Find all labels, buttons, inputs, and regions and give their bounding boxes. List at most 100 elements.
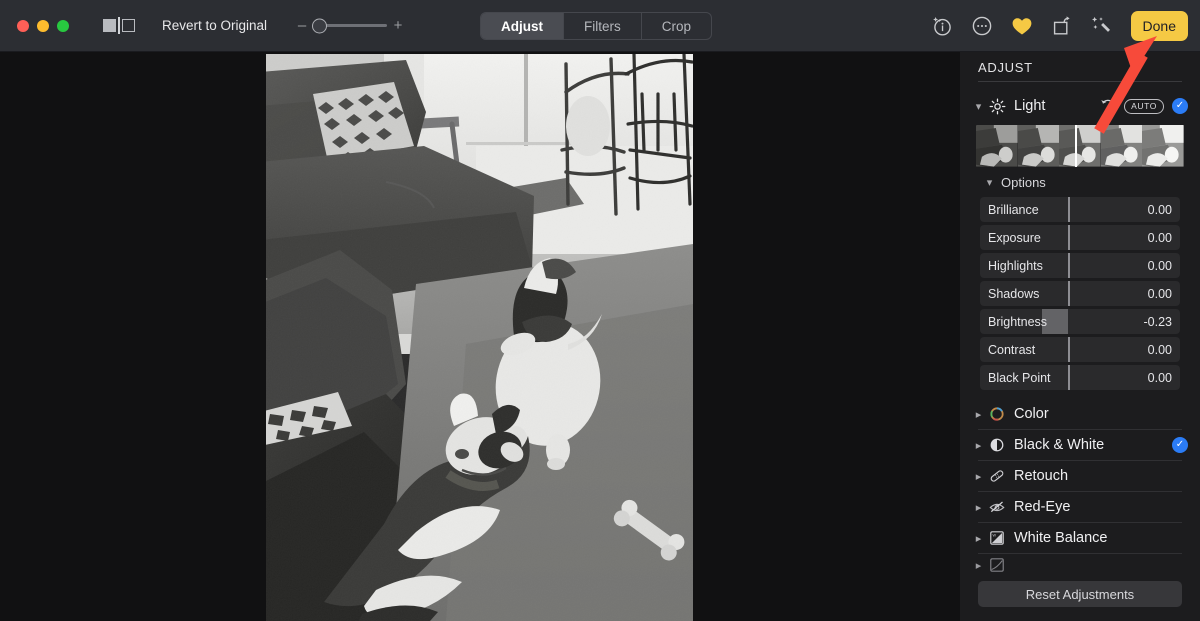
close-window-button[interactable] [17, 19, 29, 32]
eye-slash-icon [987, 498, 1007, 516]
light-sliders: Brilliance 0.00 Exposure 0.00 Highlights… [980, 197, 1180, 390]
slider-exposure-value: 0.00 [1147, 230, 1172, 245]
section-light-header[interactable]: ▾ Light AUTO ✓ [960, 89, 1200, 123]
section-black-and-white-enabled-check[interactable]: ✓ [1172, 437, 1188, 453]
half-circle-icon [987, 436, 1007, 454]
zoom-in-icon[interactable]: + [392, 18, 404, 33]
zoom-slider-track[interactable] [312, 18, 388, 33]
slider-highlights[interactable]: Highlights 0.00 [980, 253, 1180, 278]
title-divider [978, 81, 1182, 82]
slider-brightness-value: -0.23 [1143, 314, 1173, 329]
white-balance-icon: W [987, 529, 1007, 547]
chevron-right-icon[interactable]: ▸ [972, 501, 985, 514]
section-light-label: Light [1014, 98, 1046, 114]
before-after-compare-icon[interactable] [99, 13, 139, 39]
tab-crop[interactable]: Crop [642, 13, 711, 39]
light-options-toggle[interactable]: ▾ Options [960, 169, 1200, 195]
curves-icon [987, 556, 1007, 574]
section-white-balance[interactable]: ▸ W White Balance [960, 523, 1200, 553]
info-icon[interactable] [929, 13, 955, 39]
chevron-right-icon[interactable]: ▸ [972, 559, 985, 572]
section-black-and-white-label: Black & White [1014, 437, 1105, 453]
filmstrip-cursor[interactable] [1074, 125, 1078, 167]
brightness-sun-icon [987, 97, 1007, 115]
section-red-eye-label: Red-Eye [1014, 499, 1071, 515]
filmstrip-frame[interactable] [1142, 125, 1184, 167]
done-button[interactable]: Done [1130, 11, 1188, 41]
chevron-down-icon[interactable]: ▾ [983, 176, 996, 189]
zoom-slider-knob[interactable] [312, 18, 328, 33]
auto-badge[interactable]: AUTO [1124, 98, 1164, 114]
slider-brightness-label: Brightness [988, 314, 1048, 329]
slider-contrast[interactable]: Contrast 0.00 [980, 337, 1180, 362]
slider-exposure[interactable]: Exposure 0.00 [980, 225, 1180, 250]
filmstrip-frame[interactable] [1017, 125, 1060, 167]
zoom-out-icon[interactable]: – [296, 18, 308, 33]
adjust-sections: ▸ Color ▸ Black & White ✓ ▸ Retouch ▸ Re… [960, 399, 1200, 576]
window-controls [17, 19, 69, 32]
favorite-heart-icon[interactable] [1009, 13, 1035, 39]
section-retouch[interactable]: ▸ Retouch [960, 461, 1200, 491]
edit-mode-segmented-control[interactable]: Adjust Filters Crop [480, 12, 713, 40]
revert-to-original-label: Revert to Original [162, 18, 268, 33]
slider-contrast-value: 0.00 [1147, 342, 1172, 357]
filmstrip-frame[interactable] [976, 125, 1018, 167]
section-clipped-partial[interactable]: ▸ [960, 554, 1200, 576]
tab-adjust[interactable]: Adjust [481, 13, 564, 39]
slider-black-point[interactable]: Black Point 0.00 [980, 365, 1180, 390]
svg-text:W: W [993, 533, 997, 537]
tab-adjust-label: Adjust [501, 18, 543, 34]
slider-shadows-label: Shadows [988, 286, 1040, 301]
section-black-and-white[interactable]: ▸ Black & White ✓ [960, 430, 1200, 460]
slider-shadows[interactable]: Shadows 0.00 [980, 281, 1180, 306]
adjust-sidebar: ADJUST ▾ Light AUTO ✓ ▾ Options Brillian… [960, 52, 1200, 621]
bandage-icon [987, 467, 1007, 485]
chevron-right-icon[interactable]: ▸ [972, 439, 985, 452]
compare-filled-square [103, 19, 116, 32]
section-color-label: Color [1014, 406, 1049, 422]
more-options-icon[interactable] [969, 13, 995, 39]
reset-adjustments-button[interactable]: Reset Adjustments [978, 581, 1182, 607]
section-red-eye[interactable]: ▸ Red-Eye [960, 492, 1200, 522]
section-white-balance-label: White Balance [1014, 530, 1108, 546]
slider-highlights-label: Highlights [988, 258, 1043, 273]
light-variations-filmstrip[interactable] [976, 125, 1184, 167]
slider-exposure-label: Exposure [988, 230, 1041, 245]
tab-filters-label: Filters [584, 18, 621, 34]
tab-crop-label: Crop [661, 18, 692, 34]
color-wheel-icon [987, 405, 1007, 423]
slider-brightness[interactable]: Brightness -0.23 [980, 309, 1180, 334]
title-bar: Revert to Original – + Adjust Filters Cr… [0, 0, 1200, 52]
tab-filters[interactable]: Filters [564, 13, 642, 39]
revert-arrow-icon[interactable] [1100, 97, 1115, 115]
chevron-right-icon[interactable]: ▸ [972, 470, 985, 483]
chevron-down-icon[interactable]: ▾ [972, 100, 985, 113]
section-retouch-label: Retouch [1014, 468, 1069, 484]
slider-brilliance[interactable]: Brilliance 0.00 [980, 197, 1180, 222]
slider-brilliance-label: Brilliance [988, 202, 1039, 217]
done-button-label: Done [1142, 18, 1176, 34]
toolbar-right: Done [929, 0, 1188, 52]
auto-enhance-icon[interactable] [1089, 13, 1115, 39]
reset-adjustments-label: Reset Adjustments [1025, 586, 1135, 602]
minimize-window-button[interactable] [37, 19, 49, 32]
light-options-label: Options [1001, 174, 1046, 190]
edited-photo[interactable] [266, 54, 693, 621]
maximize-window-button[interactable] [57, 19, 69, 32]
chevron-right-icon[interactable]: ▸ [972, 532, 985, 545]
slider-highlights-value: 0.00 [1147, 258, 1172, 273]
revert-to-original-button[interactable]: Revert to Original [149, 12, 280, 40]
slider-contrast-label: Contrast [988, 342, 1036, 357]
chevron-right-icon[interactable]: ▸ [972, 408, 985, 421]
section-color[interactable]: ▸ Color [960, 399, 1200, 429]
section-light-enabled-check[interactable]: ✓ [1172, 98, 1188, 114]
slider-shadows-value: 0.00 [1147, 286, 1172, 301]
photo-canvas[interactable] [0, 52, 960, 621]
zoom-slider[interactable]: – + [296, 12, 404, 40]
slider-black-point-label: Black Point [988, 370, 1051, 385]
compare-divider [118, 17, 120, 34]
filmstrip-frame[interactable] [1059, 125, 1101, 167]
filmstrip-frame[interactable] [1100, 125, 1143, 167]
photo-editor-window: Revert to Original – + Adjust Filters Cr… [0, 0, 1200, 621]
rotate-icon[interactable] [1049, 13, 1075, 39]
